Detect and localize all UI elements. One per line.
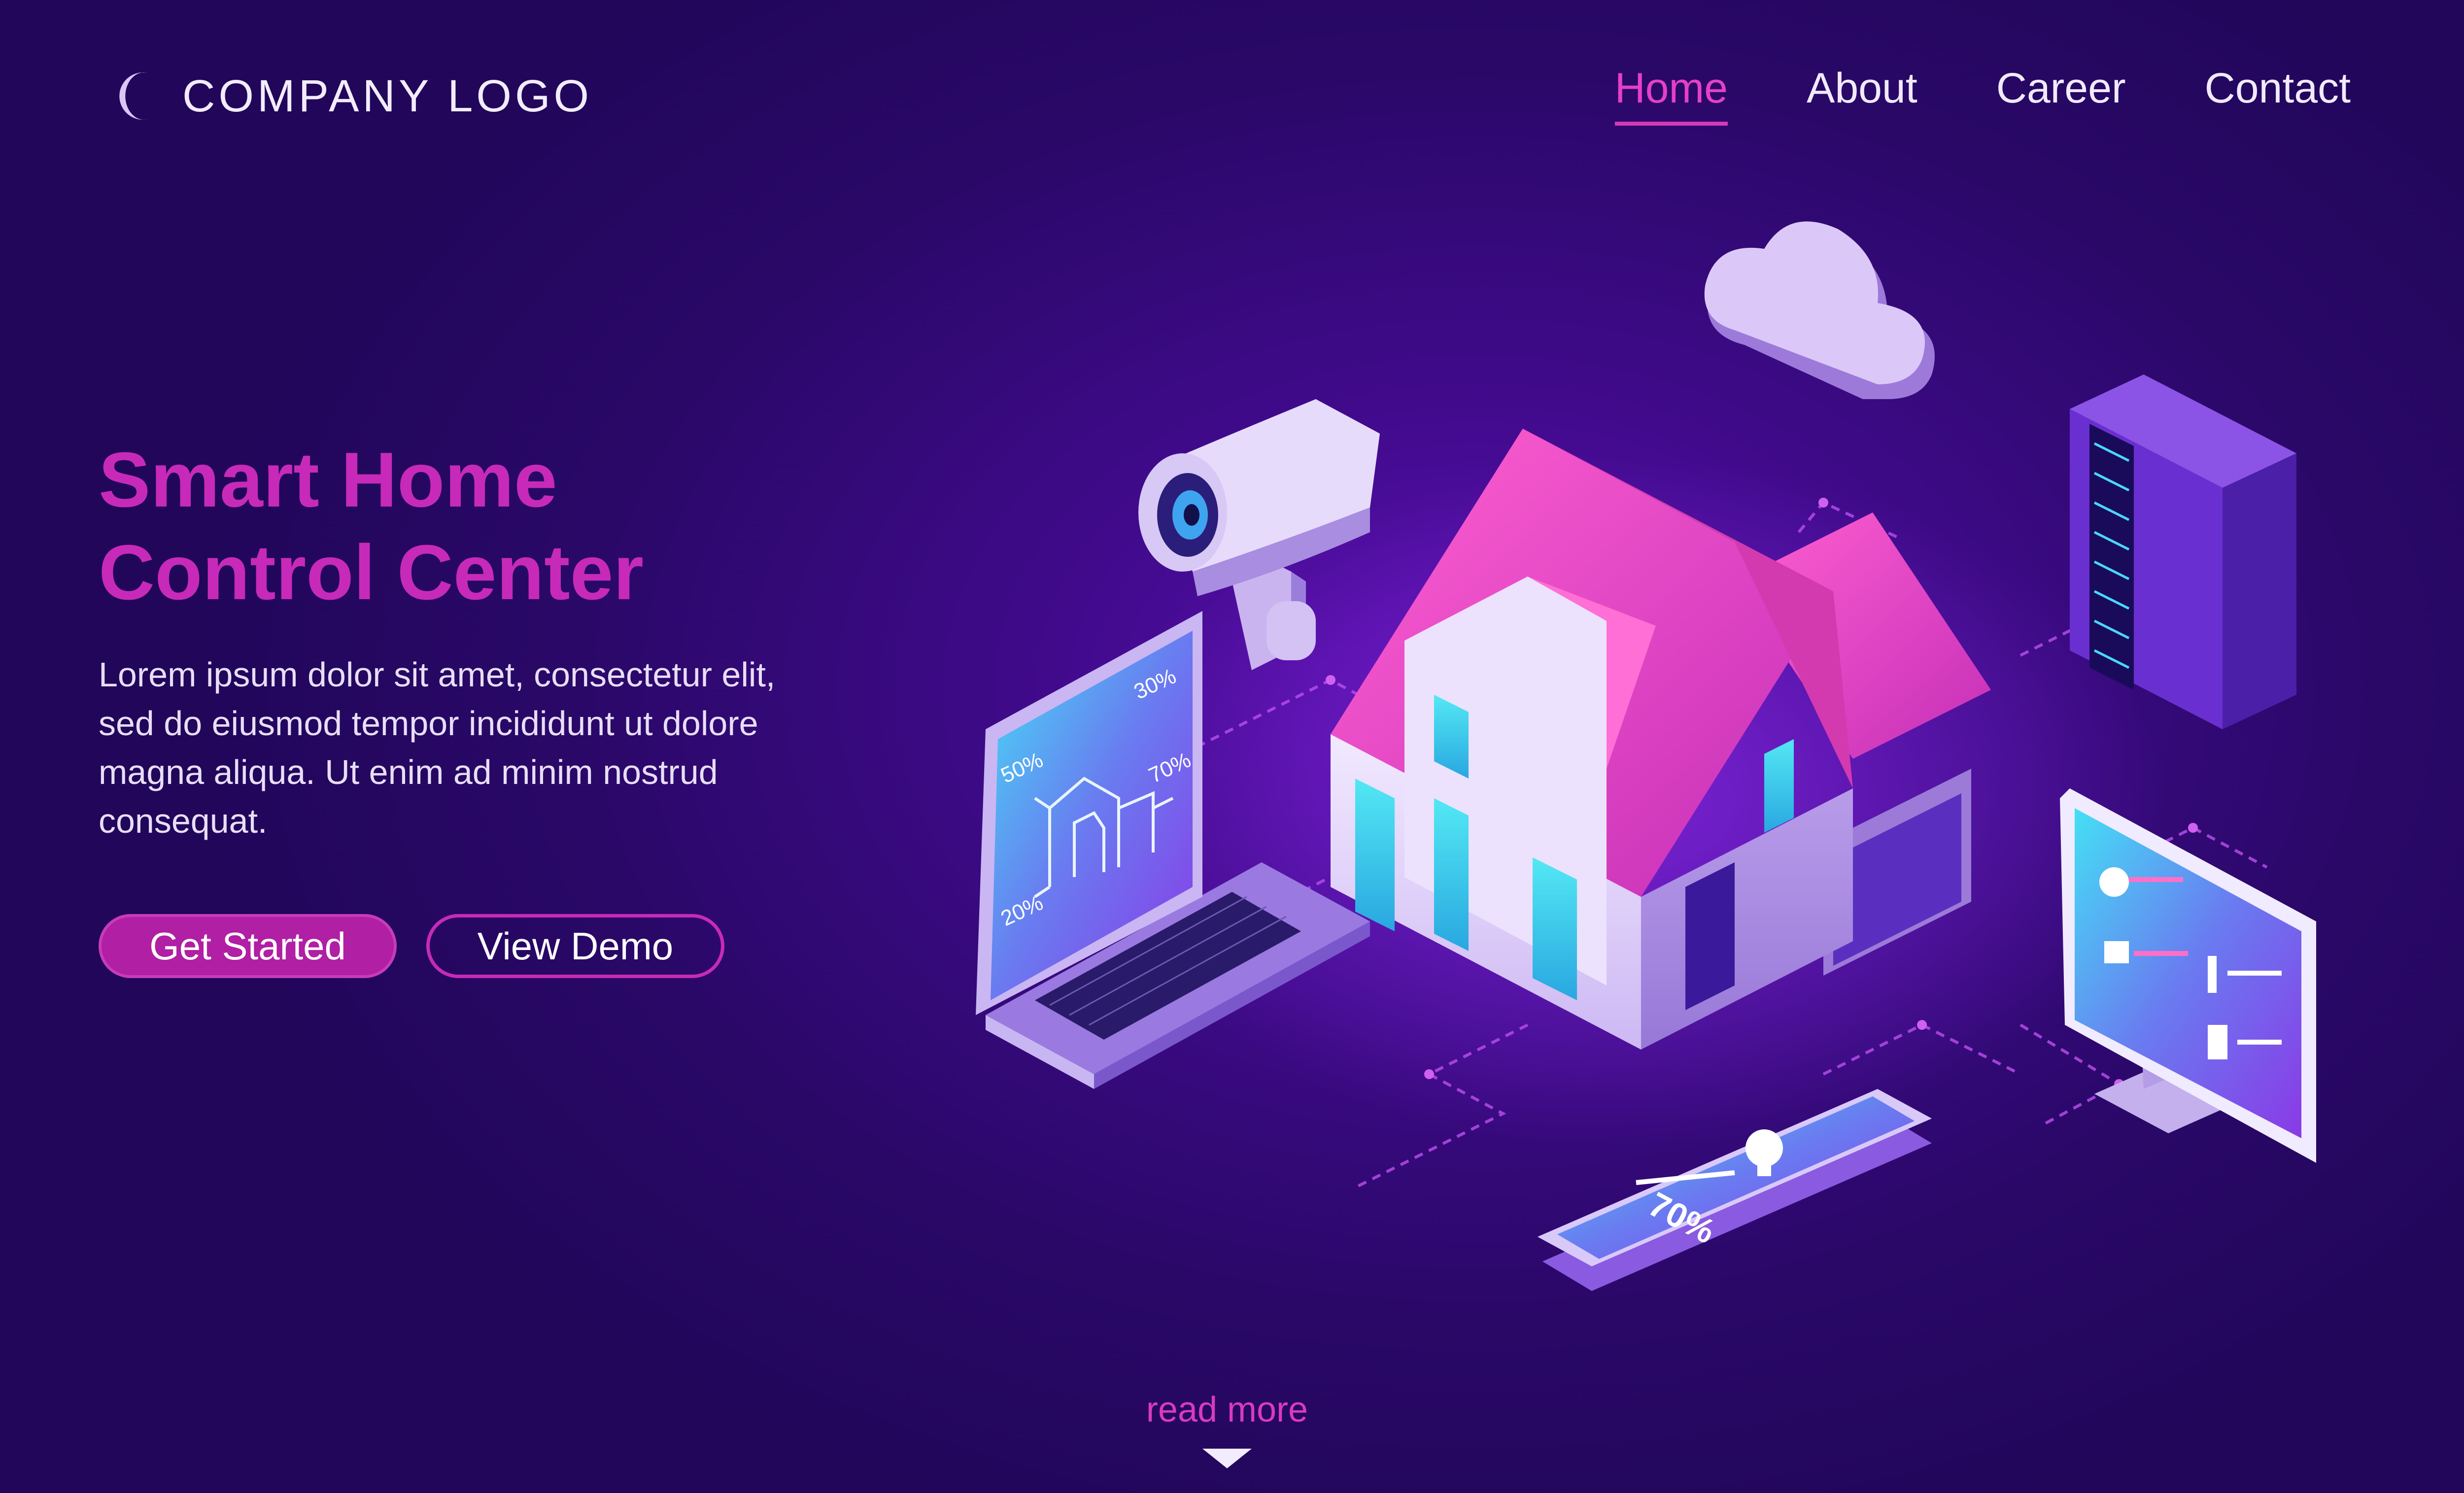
monitor-icon: [2060, 788, 2316, 1163]
nav-career[interactable]: Career: [1996, 64, 2126, 126]
smart-home-illustration: 50% 30% 70% 20% 70%: [976, 221, 2316, 1291]
get-started-button[interactable]: Get Started: [99, 914, 397, 978]
hero-description: Lorem ipsum dolor sit amet, consectetur …: [99, 655, 776, 840]
hero-title-line2: Control Center: [99, 529, 644, 616]
company-logo[interactable]: COMPANY LOGO: [113, 69, 592, 123]
view-demo-button[interactable]: View Demo: [426, 914, 724, 978]
nav-contact[interactable]: Contact: [2205, 64, 2351, 126]
read-more-link[interactable]: read more: [1143, 1390, 1311, 1430]
chevron-down-icon[interactable]: [1202, 1449, 1252, 1468]
main-nav: Home About Career Contact: [1614, 64, 2351, 126]
hero-title: Smart Home Control Center: [99, 434, 838, 619]
logo-text: COMPANY LOGO: [182, 70, 593, 121]
crescent-moon-icon: [119, 72, 148, 120]
cloud-icon: [1704, 221, 1935, 399]
hero-title-line1: Smart Home: [99, 437, 557, 523]
nav-about[interactable]: About: [1807, 64, 1917, 126]
nav-home[interactable]: Home: [1614, 64, 1728, 126]
